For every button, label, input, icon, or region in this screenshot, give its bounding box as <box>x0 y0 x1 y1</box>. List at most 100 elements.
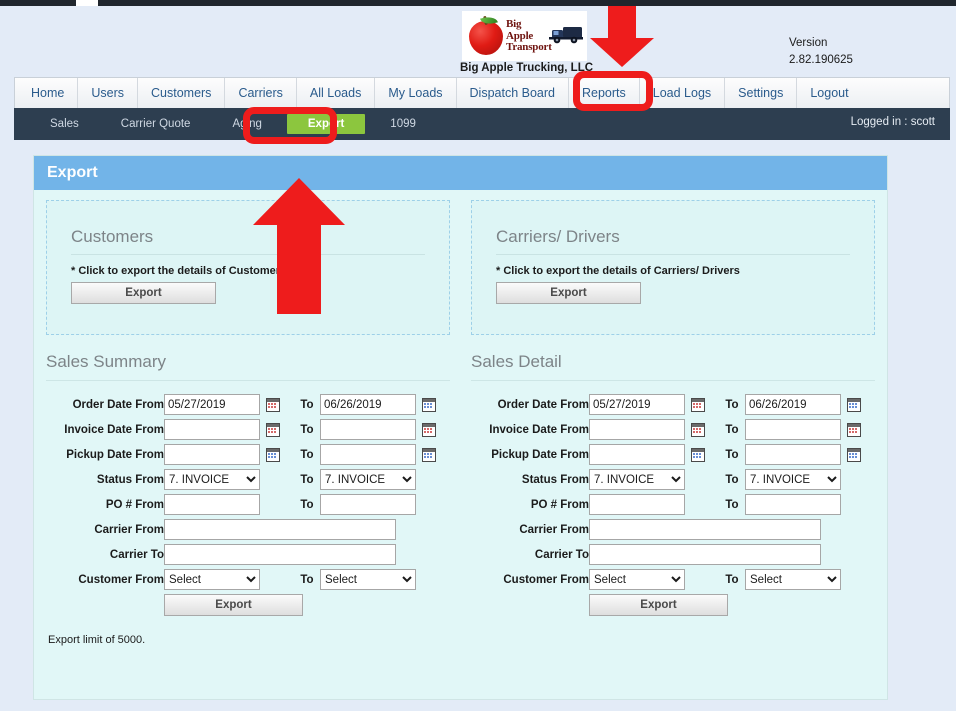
sales-summary-title: Sales Summary <box>46 352 450 381</box>
input-invoice-date-to[interactable] <box>745 419 841 440</box>
field-row-customer: Customer From Select To Select <box>46 567 450 592</box>
nav-label: Settings <box>738 86 783 100</box>
panel-body: Customers * Click to export the details … <box>34 190 887 646</box>
cell-carrier-to <box>589 542 875 567</box>
logged-in-status: Logged in : scott <box>851 116 935 128</box>
subnav-item-sales[interactable]: Sales <box>29 118 100 130</box>
customers-export-button[interactable]: Export <box>71 282 216 304</box>
field-row-submit: Export <box>46 592 450 618</box>
sales-detail-export-button[interactable]: Export <box>589 594 728 616</box>
calendar-icon[interactable] <box>266 398 280 412</box>
calendar-icon[interactable] <box>691 398 705 412</box>
input-carrier-from[interactable] <box>164 519 396 540</box>
select-status-to[interactable]: 7. INVOICE <box>320 469 416 490</box>
select-customer-from[interactable]: Select <box>164 569 260 590</box>
calendar-icon[interactable] <box>691 448 705 462</box>
page-header: Big Apple Transport Big Apple Trucking, … <box>0 6 956 77</box>
cell-invoice-date-from <box>589 417 719 442</box>
input-pickup-date-from[interactable] <box>589 444 685 465</box>
sales-summary-export-button[interactable]: Export <box>164 594 303 616</box>
subnav-item-carrier-quote[interactable]: Carrier Quote <box>100 118 212 130</box>
field-row-invoice-date: Invoice Date From To <box>46 417 450 442</box>
input-invoice-date-from[interactable] <box>164 419 260 440</box>
input-po-to[interactable] <box>320 494 416 515</box>
label-status-from: Status From <box>46 467 164 492</box>
subnav-item-1099[interactable]: 1099 <box>369 118 437 130</box>
nav-item-load-logs[interactable]: Load Logs <box>640 78 725 108</box>
subnav-label: Aging <box>232 118 261 130</box>
input-po-to[interactable] <box>745 494 841 515</box>
company-name: Big Apple Trucking, LLC <box>454 62 599 74</box>
nav-item-logout[interactable]: Logout <box>797 78 861 108</box>
input-po-from[interactable] <box>589 494 685 515</box>
field-row-carrier-to: Carrier To <box>46 542 450 567</box>
calendar-icon[interactable] <box>422 448 436 462</box>
input-pickup-date-to[interactable] <box>320 444 416 465</box>
customers-export-box: Customers * Click to export the details … <box>46 200 450 335</box>
nav-label: Users <box>91 86 124 100</box>
input-pickup-date-from[interactable] <box>164 444 260 465</box>
select-status-from[interactable]: 7. INVOICE <box>589 469 685 490</box>
to-label: To <box>719 567 745 592</box>
calendar-icon[interactable] <box>422 398 436 412</box>
to-label: To <box>294 417 320 442</box>
select-status-from[interactable]: 7. INVOICE <box>164 469 260 490</box>
export-limit-note: Export limit of 5000. <box>46 634 450 646</box>
nav-item-my-loads[interactable]: My Loads <box>375 78 456 108</box>
input-po-from[interactable] <box>164 494 260 515</box>
report-forms-row: Sales Summary Order Date From To <box>46 352 875 646</box>
nav-item-reports[interactable]: Reports <box>569 78 640 108</box>
input-pickup-date-to[interactable] <box>745 444 841 465</box>
to-label: To <box>719 467 745 492</box>
calendar-icon[interactable] <box>847 398 861 412</box>
input-invoice-date-to[interactable] <box>320 419 416 440</box>
input-order-date-to[interactable] <box>745 394 841 415</box>
calendar-icon[interactable] <box>847 448 861 462</box>
select-customer-from[interactable]: Select <box>589 569 685 590</box>
nav-item-customers[interactable]: Customers <box>138 78 225 108</box>
main-navigation: Home Users Customers Carriers All Loads … <box>14 77 950 108</box>
calendar-icon[interactable] <box>266 448 280 462</box>
calendar-icon[interactable] <box>691 423 705 437</box>
input-order-date-from[interactable] <box>164 394 260 415</box>
label-invoice-date-from: Invoice Date From <box>471 417 589 442</box>
carriers-export-button[interactable]: Export <box>496 282 641 304</box>
cell-order-date-to <box>745 392 875 417</box>
nav-item-users[interactable]: Users <box>78 78 138 108</box>
select-customer-to[interactable]: Select <box>320 569 416 590</box>
cell-carrier-from <box>164 517 450 542</box>
input-carrier-from[interactable] <box>589 519 821 540</box>
input-carrier-to[interactable] <box>589 544 821 565</box>
nav-item-dispatch-board[interactable]: Dispatch Board <box>457 78 569 108</box>
calendar-icon[interactable] <box>266 423 280 437</box>
nav-item-home[interactable]: Home <box>15 78 78 108</box>
page-title: Export <box>47 164 98 182</box>
cell-invoice-date-to <box>745 417 875 442</box>
spacer-cell <box>471 592 589 618</box>
field-row-status: Status From 7. INVOICE To 7. INVOICE <box>471 467 875 492</box>
input-order-date-to[interactable] <box>320 394 416 415</box>
nav-item-settings[interactable]: Settings <box>725 78 797 108</box>
cell-status-to: 7. INVOICE <box>745 467 875 492</box>
subnav-item-aging[interactable]: Aging <box>211 118 282 130</box>
sales-summary-table: Order Date From To <box>46 392 450 618</box>
select-status-to[interactable]: 7. INVOICE <box>745 469 841 490</box>
input-carrier-to[interactable] <box>164 544 396 565</box>
calendar-icon[interactable] <box>422 423 436 437</box>
label-order-date-from: Order Date From <box>471 392 589 417</box>
nav-item-all-loads[interactable]: All Loads <box>297 78 375 108</box>
label-carrier-from: Carrier From <box>46 517 164 542</box>
calendar-icon[interactable] <box>847 423 861 437</box>
input-order-date-from[interactable] <box>589 394 685 415</box>
to-label: To <box>294 467 320 492</box>
customers-section-title: Customers <box>71 227 425 255</box>
subnav-item-export[interactable]: Export <box>285 112 367 136</box>
nav-item-carriers[interactable]: Carriers <box>225 78 296 108</box>
label-pickup-date-from: Pickup Date From <box>46 442 164 467</box>
to-label: To <box>719 442 745 467</box>
input-invoice-date-from[interactable] <box>589 419 685 440</box>
version-number: 2.82.190625 <box>789 52 853 69</box>
nav-label: My Loads <box>388 86 442 100</box>
field-row-pickup-date: Pickup Date From To <box>471 442 875 467</box>
select-customer-to[interactable]: Select <box>745 569 841 590</box>
